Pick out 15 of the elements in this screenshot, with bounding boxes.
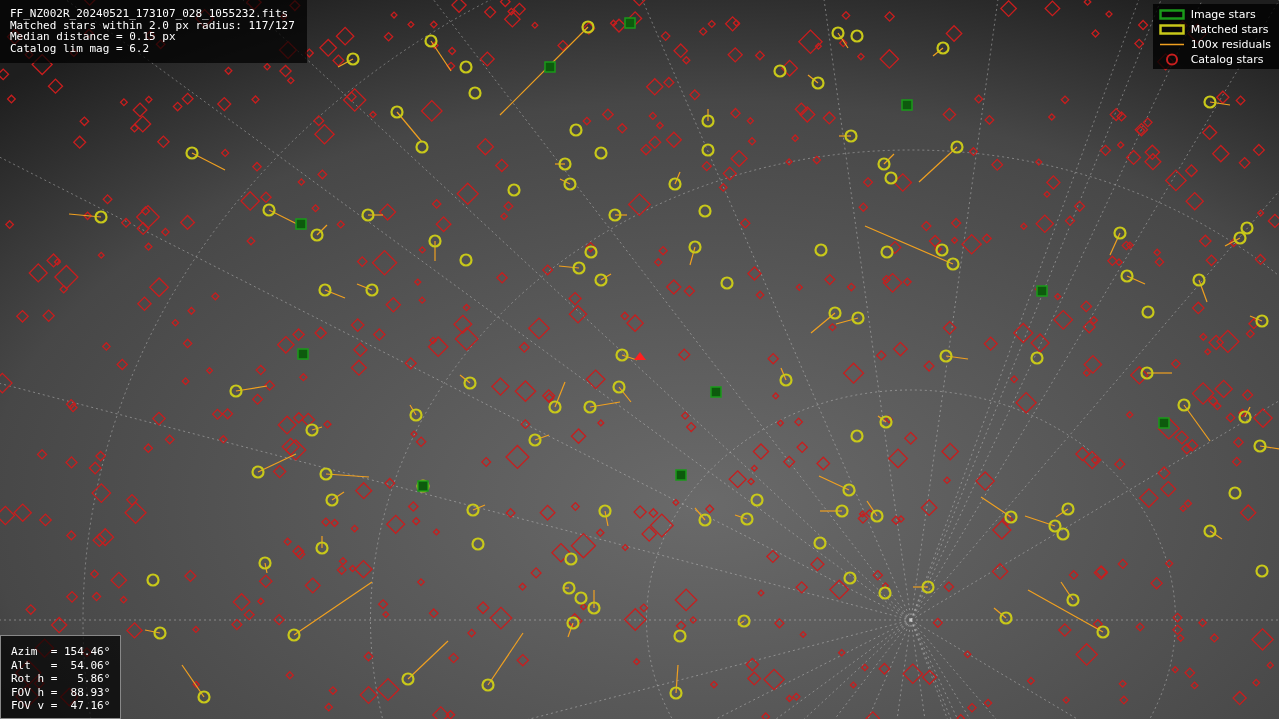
- box-swatch-icon: [1158, 9, 1185, 20]
- pointing-text: Alt = 54.06°: [11, 659, 111, 672]
- legend-label: Image stars: [1190, 8, 1256, 21]
- legend-label: Matched stars: [1190, 23, 1269, 36]
- box-swatch-icon: [1158, 24, 1185, 35]
- info-text: Median distance = 0.15 px: [10, 31, 176, 43]
- info-text: Matched stars within 2.0 px radius: 117/127: [10, 19, 295, 31]
- legend-label: Catalog stars: [1190, 53, 1264, 66]
- info-text: FF_NZ002R_20240521_173107_028_1055232.fits: [10, 8, 290, 20]
- pointing-text: Azim = 154.46°: [11, 646, 111, 658]
- legend-label: 100x residuals: [1190, 38, 1271, 51]
- pointing-text: FOV v = 47.16°: [11, 700, 111, 712]
- pointing-text: Rot h = 5.86°: [11, 673, 111, 685]
- info-text: Catalog lim mag = 6.2: [10, 42, 151, 54]
- pointing-text: FOV h = 88.93°: [11, 686, 111, 699]
